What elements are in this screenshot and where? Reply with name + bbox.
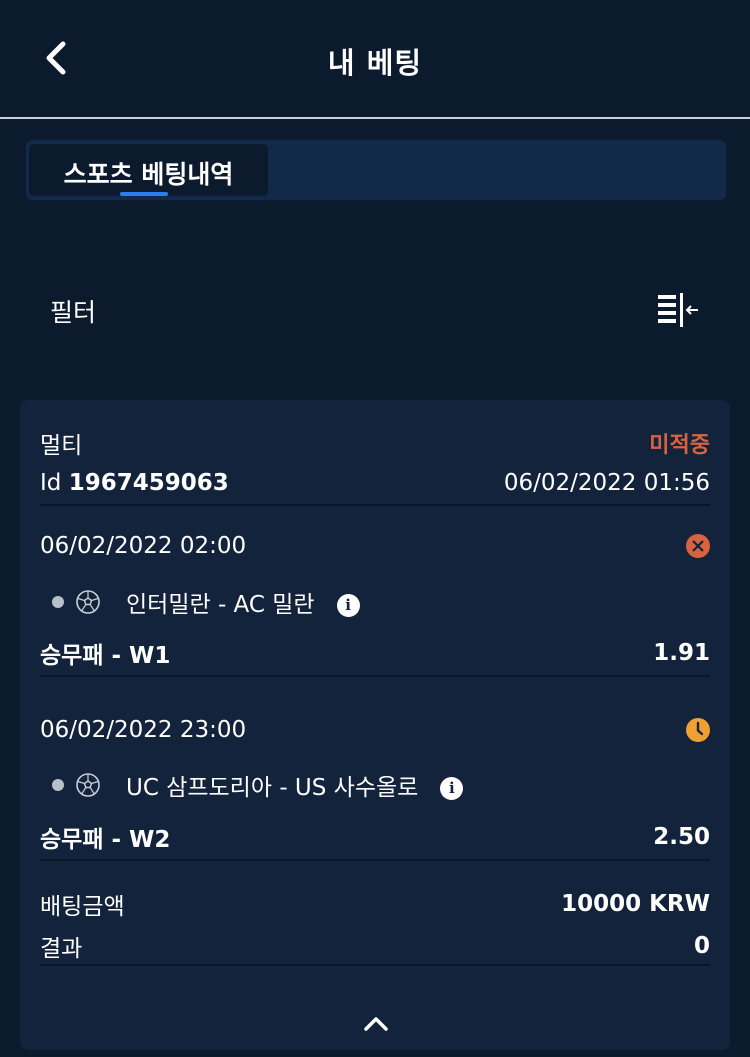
- divider: [40, 964, 710, 966]
- tab-sports-bet-history[interactable]: 스포츠 베팅내역: [29, 144, 268, 196]
- result-row: 결과 0: [40, 929, 710, 963]
- market-name: 승무패 - W1: [40, 643, 171, 669]
- info-icon[interactable]: i: [440, 776, 464, 800]
- soccer-ball-icon: [76, 590, 100, 614]
- status-dot: [52, 779, 64, 791]
- selection-event-row: UC 삼프도리아 - US 사수올로 i: [52, 768, 464, 802]
- divider: [40, 504, 710, 506]
- divider: [40, 859, 710, 861]
- lost-x-icon: [686, 534, 710, 558]
- selection-datetime: 06/02/2022 23:00: [40, 717, 247, 743]
- soccer-ball-icon: [76, 773, 100, 797]
- selection-datetime: 06/02/2022 02:00: [40, 533, 247, 559]
- bet-placed-time: 06/02/2022 01:56: [503, 470, 710, 496]
- event-name: UC 삼프도리아 - US 사수올로: [126, 775, 419, 801]
- page-title: 내 베팅: [327, 46, 423, 80]
- result-label: 결과: [40, 936, 83, 962]
- bet-id-row: Id 1967459063 06/02/2022 01:56: [40, 470, 710, 496]
- tab-bar: 스포츠 베팅내역: [26, 140, 726, 200]
- market-name: 승무패 - W2: [40, 827, 171, 853]
- active-tab-indicator: [120, 192, 168, 196]
- status-dot: [52, 596, 64, 608]
- bet-id: Id 1967459063: [40, 470, 229, 496]
- stake-label: 배팅금액: [40, 894, 125, 920]
- divider: [40, 675, 710, 677]
- header: 내 베팅: [0, 0, 750, 119]
- result-value: 0: [693, 933, 710, 959]
- pending-clock-icon: [686, 718, 710, 742]
- bet-header-row: 멀티 미적중: [40, 426, 710, 460]
- info-icon[interactable]: i: [336, 593, 360, 617]
- bet-card: 멀티 미적중 Id 1967459063 06/02/2022 01:56 06…: [20, 400, 730, 1050]
- bet-id-label: Id: [40, 470, 62, 496]
- filter-button[interactable]: [654, 290, 700, 330]
- filter-label: 필터: [50, 298, 97, 327]
- stake-value: 10000 KRW: [561, 891, 710, 917]
- selection-market-row: 승무패 - W1 1.91: [40, 636, 710, 670]
- bet-type: 멀티: [40, 433, 83, 459]
- bet-id-value: 1967459063: [68, 470, 229, 496]
- selection-datetime-row: 06/02/2022 02:00: [40, 533, 710, 559]
- odds-value: 1.91: [653, 640, 710, 666]
- tab-label: 스포츠 베팅내역: [63, 160, 234, 189]
- odds-value: 2.50: [653, 824, 710, 850]
- stake-row: 배팅금액 10000 KRW: [40, 887, 710, 921]
- status-badge: 미적중: [649, 433, 710, 458]
- chevron-up-icon: [364, 1017, 388, 1031]
- selection-datetime-row: 06/02/2022 23:00: [40, 717, 710, 743]
- collapse-button[interactable]: [362, 1012, 390, 1034]
- filter-collapse-icon: [658, 293, 698, 327]
- selection-market-row: 승무패 - W2 2.50: [40, 820, 710, 854]
- event-name: 인터밀란 - AC 밀란: [126, 592, 315, 618]
- selection-event-row: 인터밀란 - AC 밀란 i: [52, 585, 360, 619]
